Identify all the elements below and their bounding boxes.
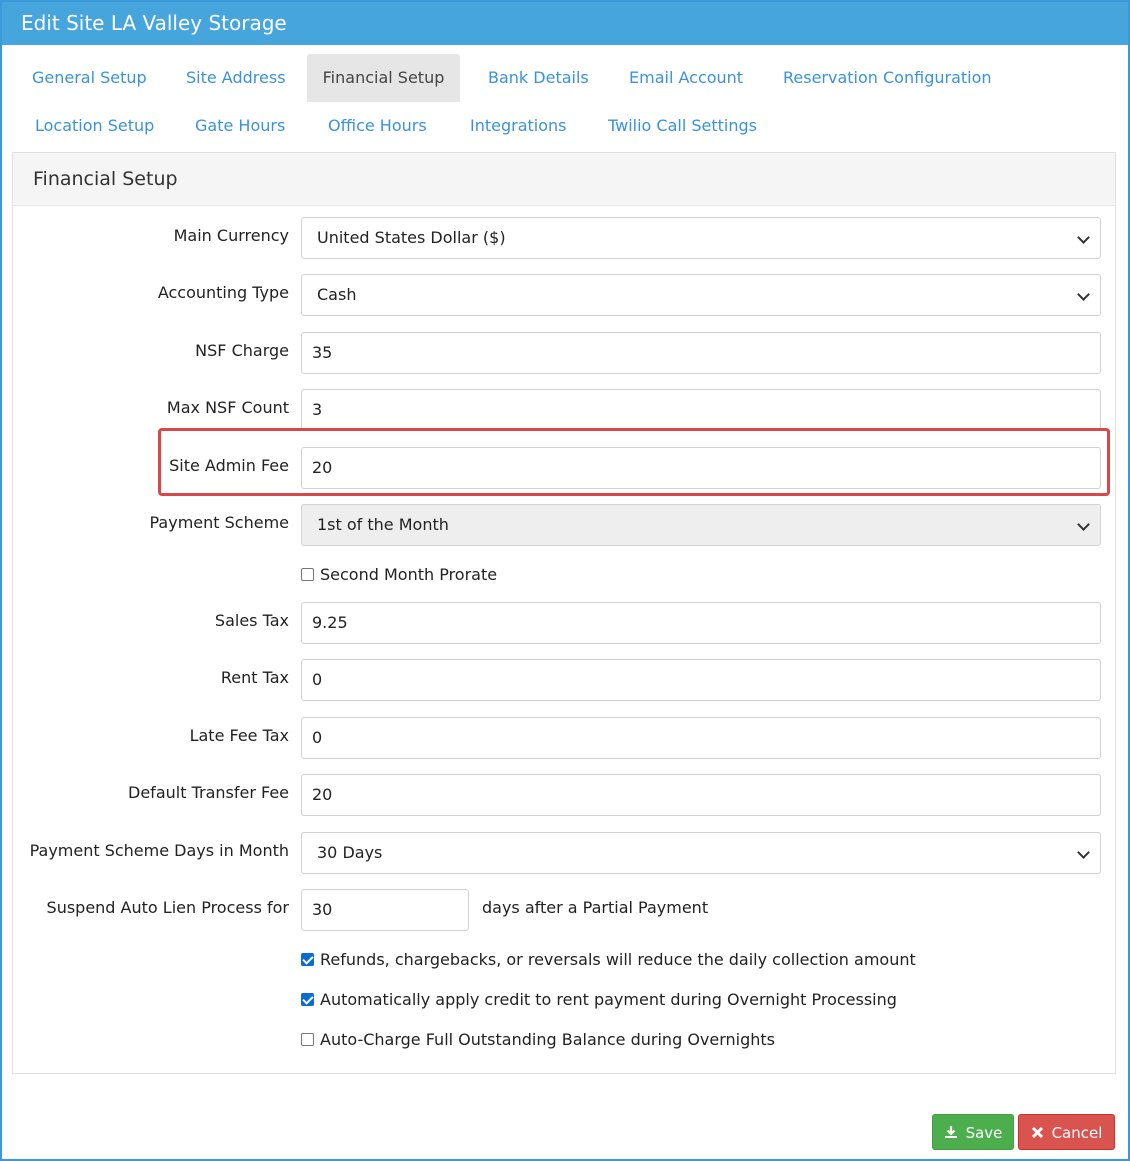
main-currency-label: Main Currency bbox=[173, 226, 289, 245]
accounting-type-select[interactable]: Cash bbox=[301, 274, 1101, 316]
main-currency-value: United States Dollar ($) bbox=[317, 228, 506, 247]
cancel-button[interactable]: Cancel bbox=[1018, 1114, 1115, 1150]
tab-bar: General Setup Site Address Financial Set… bbox=[12, 54, 1118, 152]
accounting-type-label: Accounting Type bbox=[157, 283, 289, 302]
auto-apply-credit-option[interactable]: Automatically apply credit to rent payme… bbox=[301, 988, 897, 1012]
payment-scheme-days-label: Payment Scheme Days in Month bbox=[29, 841, 289, 860]
second-month-prorate-checkbox[interactable] bbox=[301, 568, 314, 581]
tab-financial-setup[interactable]: Financial Setup bbox=[307, 54, 460, 102]
sales-tax-input[interactable]: 9.25 bbox=[301, 602, 1101, 644]
chevron-down-icon bbox=[1077, 846, 1090, 859]
financial-setup-panel: Financial Setup Main Currency United Sta… bbox=[12, 152, 1116, 1074]
payment-scheme-days-row: Payment Scheme Days in Month 30 Days bbox=[13, 832, 1117, 876]
max-nsf-count-input[interactable]: 3 bbox=[301, 389, 1101, 431]
payment-scheme-value: 1st of the Month bbox=[317, 515, 449, 534]
rent-tax-input[interactable]: 0 bbox=[301, 659, 1101, 701]
edit-site-dialog: Edit Site LA Valley Storage General Setu… bbox=[0, 0, 1130, 1161]
default-transfer-fee-label: Default Transfer Fee bbox=[128, 783, 289, 802]
auto-charge-balance-checkbox[interactable] bbox=[301, 1033, 314, 1046]
nsf-charge-row: NSF Charge 35 bbox=[13, 332, 1117, 376]
rent-tax-row: Rent Tax 0 bbox=[13, 659, 1117, 703]
refunds-reduce-collection-checkbox[interactable] bbox=[301, 953, 314, 966]
refunds-reduce-collection-option[interactable]: Refunds, chargebacks, or reversals will … bbox=[301, 948, 916, 972]
save-button[interactable]: Save bbox=[932, 1114, 1014, 1150]
chevron-down-icon bbox=[1077, 518, 1090, 531]
late-fee-tax-label: Late Fee Tax bbox=[189, 726, 289, 745]
site-admin-fee-label: Site Admin Fee bbox=[169, 456, 289, 475]
tab-gate-hours[interactable]: Gate Hours bbox=[185, 102, 295, 150]
chevron-down-icon bbox=[1077, 231, 1090, 244]
payment-scheme-row: Payment Scheme 1st of the Month bbox=[13, 504, 1117, 548]
suspend-auto-lien-label: Suspend Auto Lien Process for bbox=[46, 898, 289, 917]
late-fee-tax-input[interactable]: 0 bbox=[301, 717, 1101, 759]
rent-tax-label: Rent Tax bbox=[220, 668, 289, 687]
site-admin-fee-input[interactable]: 20 bbox=[301, 447, 1101, 489]
site-admin-fee-row: Site Admin Fee 20 bbox=[13, 447, 1117, 491]
accounting-type-value: Cash bbox=[317, 285, 357, 304]
refunds-reduce-collection-label: Refunds, chargebacks, or reversals will … bbox=[320, 950, 916, 969]
second-month-prorate-label: Second Month Prorate bbox=[320, 565, 498, 584]
cancel-label: Cancel bbox=[1051, 1124, 1103, 1142]
payment-scheme-days-value: 30 Days bbox=[317, 843, 383, 862]
tab-location-setup[interactable]: Location Setup bbox=[25, 102, 164, 150]
dialog-title: Edit Site LA Valley Storage bbox=[2, 2, 1128, 45]
auto-apply-credit-label: Automatically apply credit to rent payme… bbox=[320, 990, 897, 1009]
tab-twilio-call-settings[interactable]: Twilio Call Settings bbox=[598, 102, 767, 150]
tab-reservation-configuration[interactable]: Reservation Configuration bbox=[773, 54, 1002, 102]
auto-apply-credit-checkbox[interactable] bbox=[301, 993, 314, 1006]
tab-general-setup[interactable]: General Setup bbox=[22, 54, 157, 102]
suspend-auto-lien-row: Suspend Auto Lien Process for 30 days af… bbox=[13, 889, 1117, 933]
auto-charge-balance-label: Auto-Charge Full Outstanding Balance dur… bbox=[320, 1030, 776, 1049]
auto-charge-balance-option[interactable]: Auto-Charge Full Outstanding Balance dur… bbox=[301, 1028, 775, 1052]
tab-bank-details[interactable]: Bank Details bbox=[478, 54, 599, 102]
tab-email-account[interactable]: Email Account bbox=[619, 54, 753, 102]
chevron-down-icon bbox=[1077, 288, 1090, 301]
default-transfer-fee-input[interactable]: 20 bbox=[301, 774, 1101, 816]
payment-scheme-days-select[interactable]: 30 Days bbox=[301, 832, 1101, 874]
late-fee-tax-row: Late Fee Tax 0 bbox=[13, 717, 1117, 761]
tab-integrations[interactable]: Integrations bbox=[460, 102, 577, 150]
main-currency-row: Main Currency United States Dollar ($) bbox=[13, 217, 1117, 261]
main-currency-select[interactable]: United States Dollar ($) bbox=[301, 217, 1101, 259]
close-icon bbox=[1031, 1115, 1044, 1151]
tab-office-hours[interactable]: Office Hours bbox=[318, 102, 437, 150]
suspend-auto-lien-input[interactable]: 30 bbox=[301, 889, 469, 931]
nsf-charge-label: NSF Charge bbox=[195, 341, 289, 360]
max-nsf-count-row: Max NSF Count 3 bbox=[13, 389, 1117, 433]
sales-tax-label: Sales Tax bbox=[214, 611, 289, 630]
download-icon bbox=[944, 1115, 958, 1151]
payment-scheme-select[interactable]: 1st of the Month bbox=[301, 504, 1101, 546]
save-label: Save bbox=[965, 1124, 1003, 1142]
max-nsf-count-label: Max NSF Count bbox=[166, 398, 289, 417]
nsf-charge-input[interactable]: 35 bbox=[301, 332, 1101, 374]
payment-scheme-label: Payment Scheme bbox=[149, 513, 290, 532]
default-transfer-fee-row: Default Transfer Fee 20 bbox=[13, 774, 1117, 818]
panel-heading: Financial Setup bbox=[13, 153, 1115, 206]
second-month-prorate-option[interactable]: Second Month Prorate bbox=[301, 563, 497, 587]
accounting-type-row: Accounting Type Cash bbox=[13, 274, 1117, 318]
suspend-auto-lien-suffix: days after a Partial Payment bbox=[482, 898, 709, 917]
sales-tax-row: Sales Tax 9.25 bbox=[13, 602, 1117, 646]
tab-site-address[interactable]: Site Address bbox=[176, 54, 296, 102]
